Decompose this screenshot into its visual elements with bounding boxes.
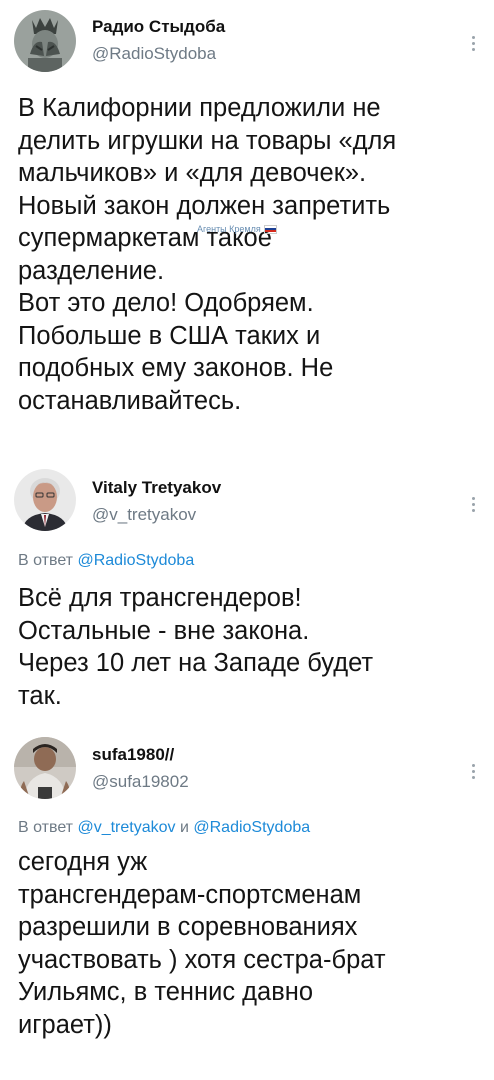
tweet-1: Радио Стыдоба @RadioStydoba В Калифорнии… bbox=[0, 0, 494, 460]
man-photo-icon bbox=[14, 737, 76, 799]
reply-prefix: В ответ bbox=[18, 819, 74, 836]
author-name[interactable]: sufa1980// bbox=[92, 745, 174, 765]
statue-of-liberty-icon bbox=[14, 10, 76, 72]
reply-mention[interactable]: @RadioStydoba bbox=[77, 552, 194, 569]
man-portrait-icon bbox=[14, 469, 76, 531]
avatar[interactable] bbox=[14, 10, 76, 72]
reply-context: В ответ @v_tretyakov и @RadioStydoba bbox=[18, 819, 310, 837]
author-handle[interactable]: @v_tretyakov bbox=[92, 505, 196, 525]
reply-prefix: В ответ bbox=[18, 552, 74, 569]
watermark: Агенты Кремля bbox=[197, 224, 277, 234]
reply-conjunction: и bbox=[179, 819, 189, 836]
more-options-icon[interactable] bbox=[472, 761, 476, 782]
watermark-text: Агенты Кремля bbox=[197, 224, 261, 234]
reply-mention-1[interactable]: @v_tretyakov bbox=[77, 819, 175, 836]
reply-mention-2[interactable]: @RadioStydoba bbox=[193, 819, 310, 836]
reply-context: В ответ @RadioStydoba bbox=[18, 552, 194, 570]
tweet-text: сегодня уж трансгендерам-спортсменам раз… bbox=[18, 848, 386, 1039]
avatar[interactable] bbox=[14, 469, 76, 531]
author-name[interactable]: Радио Стыдоба bbox=[92, 17, 225, 37]
more-options-icon[interactable] bbox=[472, 33, 476, 54]
author-handle[interactable]: @RadioStydoba bbox=[92, 44, 216, 64]
tweet-3: sufa1980// @sufa19802 В ответ @v_tretyak… bbox=[0, 728, 494, 1080]
tweet-text: В Калифорнии предложили не делить игрушк… bbox=[18, 94, 397, 415]
author-name[interactable]: Vitaly Tretyakov bbox=[92, 478, 221, 498]
tweet-text: Всё для трансгендеров! Остальные - вне з… bbox=[18, 584, 374, 710]
tweet-2: Vitaly Tretyakov @v_tretyakov В ответ @R… bbox=[0, 460, 494, 728]
russian-flag-icon bbox=[263, 224, 277, 234]
avatar[interactable] bbox=[14, 737, 76, 799]
more-options-icon[interactable] bbox=[472, 494, 476, 515]
author-handle[interactable]: @sufa19802 bbox=[92, 772, 189, 792]
